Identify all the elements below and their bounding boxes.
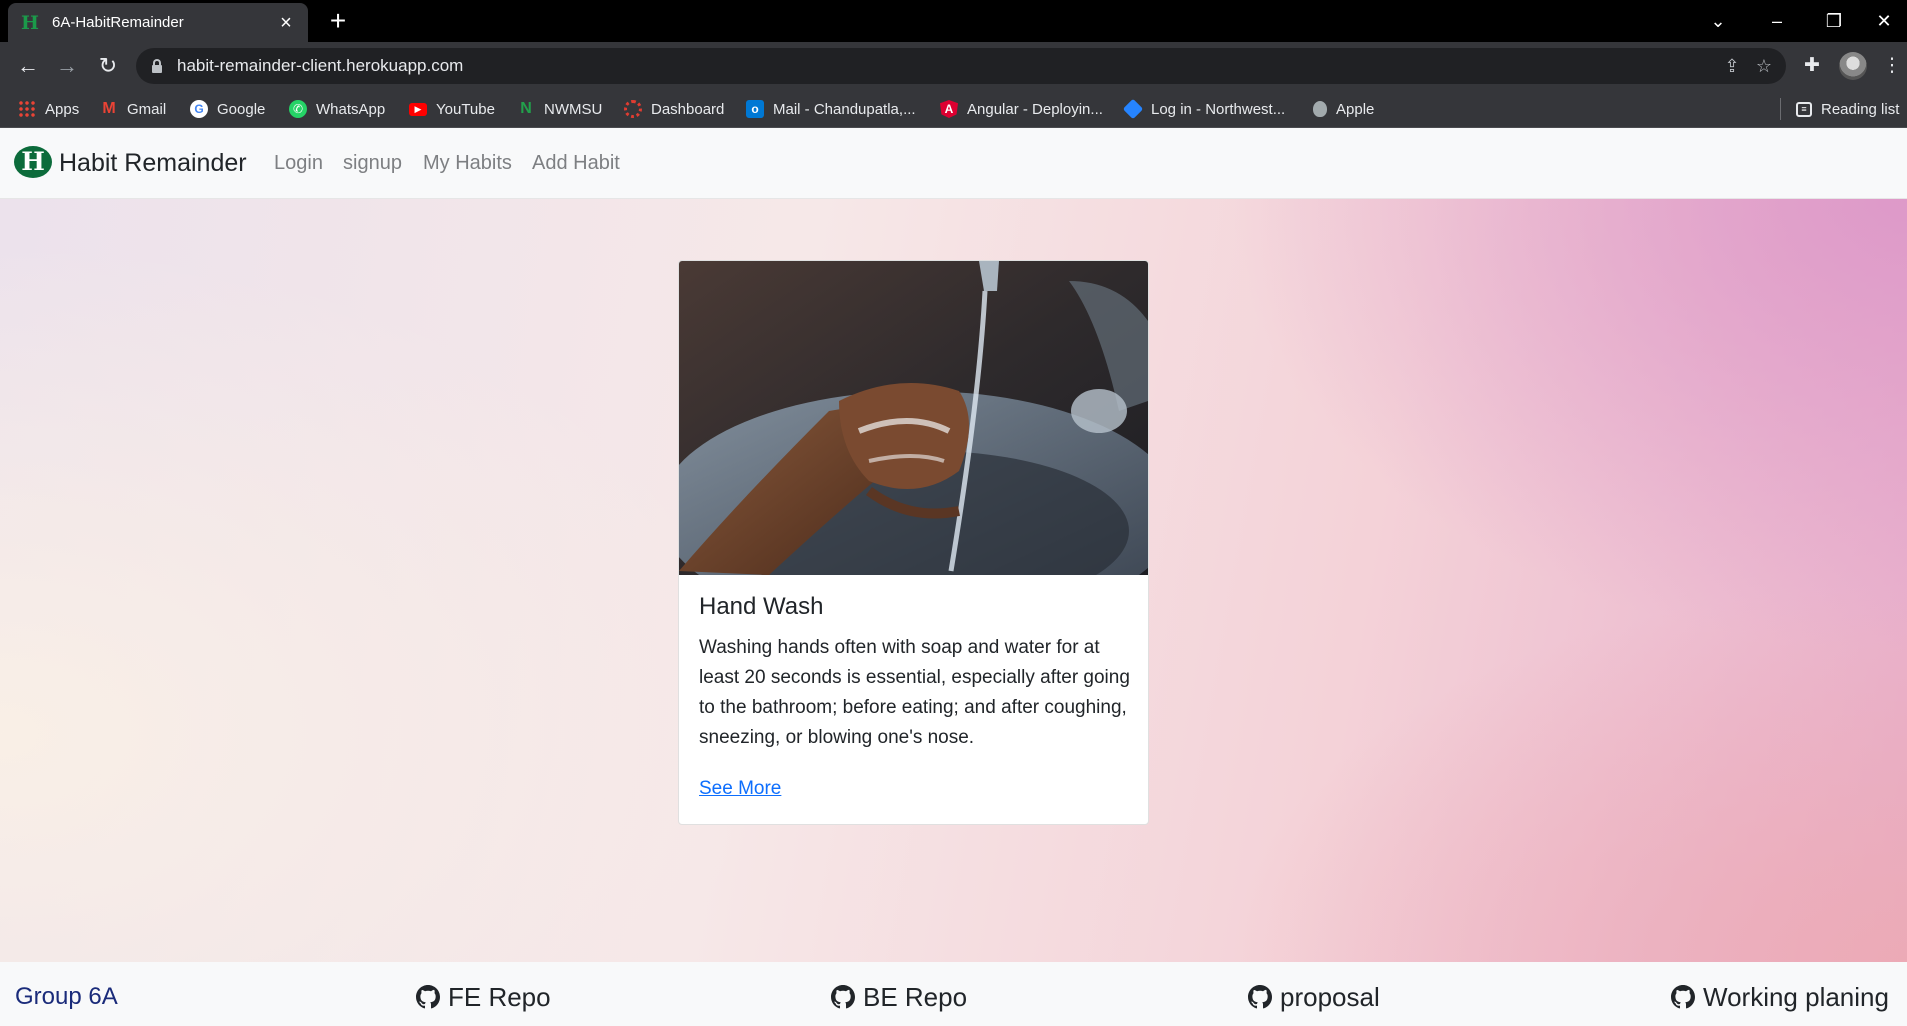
minimize-icon[interactable]: –	[1749, 6, 1805, 36]
google-icon: G	[190, 100, 208, 118]
footer-link-working-planing[interactable]: Working planing	[1671, 962, 1889, 1026]
bookmark-label: Mail - Chandupatla,...	[773, 100, 916, 118]
footer-link-proposal[interactable]: proposal	[1248, 962, 1380, 1026]
footer-link-label: proposal	[1280, 981, 1380, 1012]
whatsapp-icon: ✆	[289, 100, 307, 118]
extensions-icon[interactable]: ✚	[1797, 51, 1827, 81]
card-description: Washing hands often with soap and water …	[699, 637, 1130, 748]
tab-favicon-icon: H	[21, 11, 39, 34]
url-text[interactable]: habit-remainder-client.herokuapp.com	[177, 48, 463, 84]
reading-list-button[interactable]: ≡ Reading list	[1796, 90, 1899, 128]
bookmark-label: Angular - Deployin...	[967, 100, 1103, 118]
github-icon	[416, 985, 440, 1009]
window-close-icon[interactable]: ✕	[1862, 6, 1906, 36]
reading-list-label: Reading list	[1821, 100, 1900, 118]
footer-link-label: Working planing	[1703, 981, 1889, 1012]
bookmark-label: YouTube	[436, 100, 495, 118]
card-title: Hand Wash	[699, 593, 824, 620]
see-more-link[interactable]: See More	[699, 778, 781, 800]
footer-link-fe-repo[interactable]: FE Repo	[416, 962, 551, 1026]
bookmark-label: Gmail	[127, 100, 167, 118]
bookmark-label: Apple	[1336, 100, 1375, 118]
bookmark-label: Dashboard	[651, 100, 725, 118]
dashboard-icon	[624, 100, 642, 118]
footer-link-label: FE Repo	[448, 981, 551, 1012]
bookmark-whatsapp[interactable]: ✆ WhatsApp	[289, 90, 385, 128]
footer-group-label[interactable]: Group 6A	[15, 962, 118, 1026]
footer: Group 6A FE Repo BE Repo proposal Workin…	[0, 962, 1907, 1026]
github-icon	[1248, 985, 1272, 1009]
outlook-icon: o	[746, 100, 764, 118]
habit-card: Hand Wash Washing hands often with soap …	[678, 260, 1149, 825]
footer-link-label: BE Repo	[863, 981, 968, 1012]
bookmarks-separator	[1780, 98, 1781, 120]
bookmark-google[interactable]: G Google	[190, 90, 265, 128]
tab-title: 6A-HabitRemainder	[52, 14, 184, 31]
profile-avatar[interactable]	[1839, 52, 1867, 80]
bookmark-dashboard[interactable]: Dashboard	[624, 90, 724, 128]
gmail-icon: M	[102, 100, 116, 117]
github-icon	[1671, 985, 1695, 1009]
jira-icon	[1122, 98, 1144, 120]
bookmark-login[interactable]: Log in - Northwest...	[1122, 90, 1286, 128]
nav-link-my-habits[interactable]: My Habits	[423, 128, 512, 199]
bookmark-nwmsu[interactable]: N NWMSU	[517, 90, 602, 128]
angular-icon: A	[940, 100, 958, 118]
restore-icon[interactable]: ❐	[1806, 6, 1862, 36]
nav-link-login[interactable]: Login	[274, 128, 323, 199]
brand-name[interactable]: Habit Remainder	[59, 128, 247, 199]
bookmark-youtube[interactable]: ▶ YouTube	[409, 90, 495, 128]
tab-close-icon[interactable]: ×	[276, 13, 296, 33]
browser-tab[interactable]: H 6A-HabitRemainder ×	[8, 3, 308, 42]
tab-search-icon[interactable]: ⌄	[1690, 6, 1746, 36]
bookmark-label: Google	[217, 100, 266, 118]
nwmsu-icon: N	[520, 100, 532, 117]
address-bar[interactable]: habit-remainder-client.herokuapp.com ⇪ ☆	[136, 48, 1786, 84]
nav-link-signup[interactable]: signup	[343, 128, 402, 199]
hand-wash-image	[679, 261, 1148, 575]
menu-icon[interactable]: ⋮	[1877, 51, 1907, 81]
apple-icon	[1313, 101, 1327, 117]
bookmark-angular[interactable]: A Angular - Deployin...	[940, 90, 1103, 128]
lock-icon[interactable]	[152, 59, 162, 73]
youtube-icon: ▶	[409, 102, 427, 116]
new-tab-button[interactable]: +	[324, 7, 352, 36]
brand-logo-icon[interactable]: H	[14, 146, 52, 178]
bookmark-label: WhatsApp	[316, 100, 386, 118]
bookmark-label: NWMSU	[544, 100, 603, 118]
bookmark-label: Apps	[45, 100, 80, 118]
bookmark-apple[interactable]: Apple	[1313, 90, 1374, 128]
main-content: Hand Wash Washing hands often with soap …	[0, 199, 1907, 962]
bookmark-label: Log in - Northwest...	[1151, 100, 1286, 118]
bookmark-mail[interactable]: o Mail - Chandupatla,...	[746, 90, 916, 128]
footer-link-be-repo[interactable]: BE Repo	[831, 962, 967, 1026]
bookmark-apps[interactable]: Apps	[18, 90, 79, 128]
reload-icon[interactable]: ↻	[93, 51, 123, 81]
apps-grid-icon	[18, 100, 36, 118]
browser-toolbar: ← → ↻ habit-remainder-client.herokuapp.c…	[0, 42, 1907, 90]
back-icon[interactable]: ←	[13, 51, 43, 81]
browser-tab-strip: H 6A-HabitRemainder × + ⌄ – ❐ ✕	[0, 0, 1907, 42]
bookmarks-bar: Apps M Gmail G Google ✆ WhatsApp ▶ YouTu…	[0, 90, 1907, 128]
share-icon[interactable]: ⇪	[1720, 54, 1744, 78]
reading-list-icon: ≡	[1796, 101, 1812, 117]
nav-link-add-habit[interactable]: Add Habit	[532, 128, 620, 199]
github-icon	[831, 985, 855, 1009]
forward-icon[interactable]: →	[52, 51, 82, 81]
app-navbar: H Habit Remainder Login signup My Habits…	[0, 128, 1907, 199]
bookmark-gmail[interactable]: M Gmail	[100, 90, 166, 128]
bookmark-star-icon[interactable]: ☆	[1752, 54, 1776, 78]
